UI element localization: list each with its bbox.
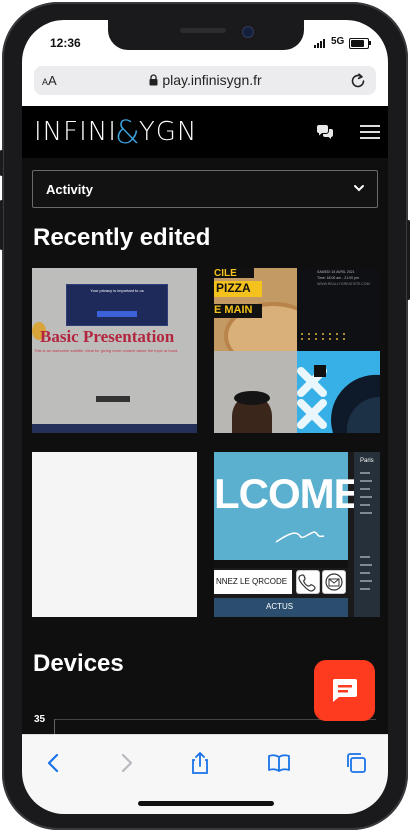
card-subtitle: This is an awesome subtitle, ideal for g… [34, 348, 179, 353]
recently-edited-title: Recently edited [33, 224, 211, 251]
product-tile [297, 351, 380, 433]
event-date: SAMEDI 15 AVRIL 2021 [317, 270, 355, 274]
network-label: 5G [331, 36, 345, 47]
card-title: Basic Presentation [40, 327, 175, 346]
speaker [180, 28, 226, 33]
chart-y-max-label: 35 [34, 714, 46, 725]
chevron-down-icon [354, 185, 364, 192]
side-button [0, 150, 3, 176]
welcome-tile: LCOME [214, 452, 362, 560]
modal-button [97, 311, 137, 317]
support-chat-button[interactable] [314, 660, 375, 721]
card-footer [32, 424, 197, 433]
menu-icon[interactable] [360, 124, 380, 140]
status-time: 12:36 [50, 36, 81, 50]
devices-title: Devices [33, 650, 124, 677]
news-text: ACTUS [266, 602, 294, 611]
mail-tile-icon [322, 570, 346, 594]
divider [214, 560, 348, 568]
pizza-text: PIZZA [214, 281, 262, 297]
activity-filter-select[interactable]: Activity [32, 170, 378, 208]
logo-text-left: INFINI [34, 117, 117, 147]
home-indicator [138, 801, 274, 806]
card-button [96, 396, 130, 402]
side-button [0, 200, 3, 250]
camera [242, 26, 254, 38]
back-icon[interactable] [42, 751, 66, 775]
privacy-modal: Your privacy is important to us [66, 284, 168, 326]
browser-toolbar [22, 734, 388, 814]
forward-icon[interactable] [114, 751, 138, 775]
recent-card-blank[interactable] [32, 452, 197, 617]
support-chat-icon [332, 679, 357, 702]
signal-icon [314, 38, 328, 48]
pizza-text: CILE [214, 268, 254, 279]
news-bar: ACTUS [214, 598, 348, 617]
tabs-icon[interactable] [344, 751, 368, 775]
pizza-text: E MAIN [214, 304, 262, 318]
product-logo [314, 365, 326, 377]
url-text[interactable]: play.infinisygn.fr [34, 72, 376, 88]
browser-address-area: AA play.infinisygn.fr [22, 66, 388, 106]
screen: 12:36 5G AA play.infinisygn.fr INFINI & … [22, 20, 388, 814]
weather-city: Paris [360, 458, 374, 464]
logo-text-right: YGN [138, 117, 198, 147]
recent-card-collage[interactable]: CILE PIZZA E MAIN SAMEDI 15 AVRIL 2021 T… [214, 268, 380, 433]
notch [108, 20, 304, 50]
chat-icon[interactable] [316, 124, 334, 140]
recent-card-presentation[interactable]: Your privacy is important to us Basic Pr… [32, 268, 197, 433]
weather-panel: Paris [354, 452, 380, 617]
bookmarks-icon[interactable] [267, 751, 291, 775]
address-bar[interactable]: AA play.infinisygn.fr [34, 66, 376, 95]
side-button [407, 220, 410, 300]
battery-icon [349, 38, 371, 49]
logo-ampersand: & [114, 113, 141, 151]
portrait-hair [234, 391, 270, 405]
portrait-tile [214, 351, 297, 433]
app-header: INFINI & YGN [22, 106, 388, 158]
share-icon[interactable] [188, 751, 212, 775]
modal-title: Your privacy is important to us [90, 288, 144, 293]
reload-icon[interactable] [350, 71, 366, 89]
status-bar: 12:36 5G [22, 20, 388, 66]
phone-tile-icon [296, 570, 320, 594]
event-tile: SAMEDI 15 AVRIL 2021 Time: 18:00 am - 21… [297, 268, 380, 351]
qr-text: NNEZ LE QRCODE [216, 577, 288, 586]
event-site: WWW.REALLYGREATSITE.COM [317, 282, 370, 286]
event-time: Time: 18:00 am - 21:00 pm [317, 276, 359, 280]
logo[interactable]: INFINI & YGN [34, 113, 198, 151]
welcome-text: LCOME [214, 470, 362, 517]
recent-card-welcome[interactable]: LCOME NNEZ LE QRCODE ACTUS Paris [214, 452, 380, 617]
filter-value: Activity [46, 182, 93, 197]
qr-prompt: NNEZ LE QRCODE [214, 570, 292, 594]
dots-pattern [299, 328, 359, 340]
pizza-tile: CILE PIZZA E MAIN [214, 268, 322, 370]
